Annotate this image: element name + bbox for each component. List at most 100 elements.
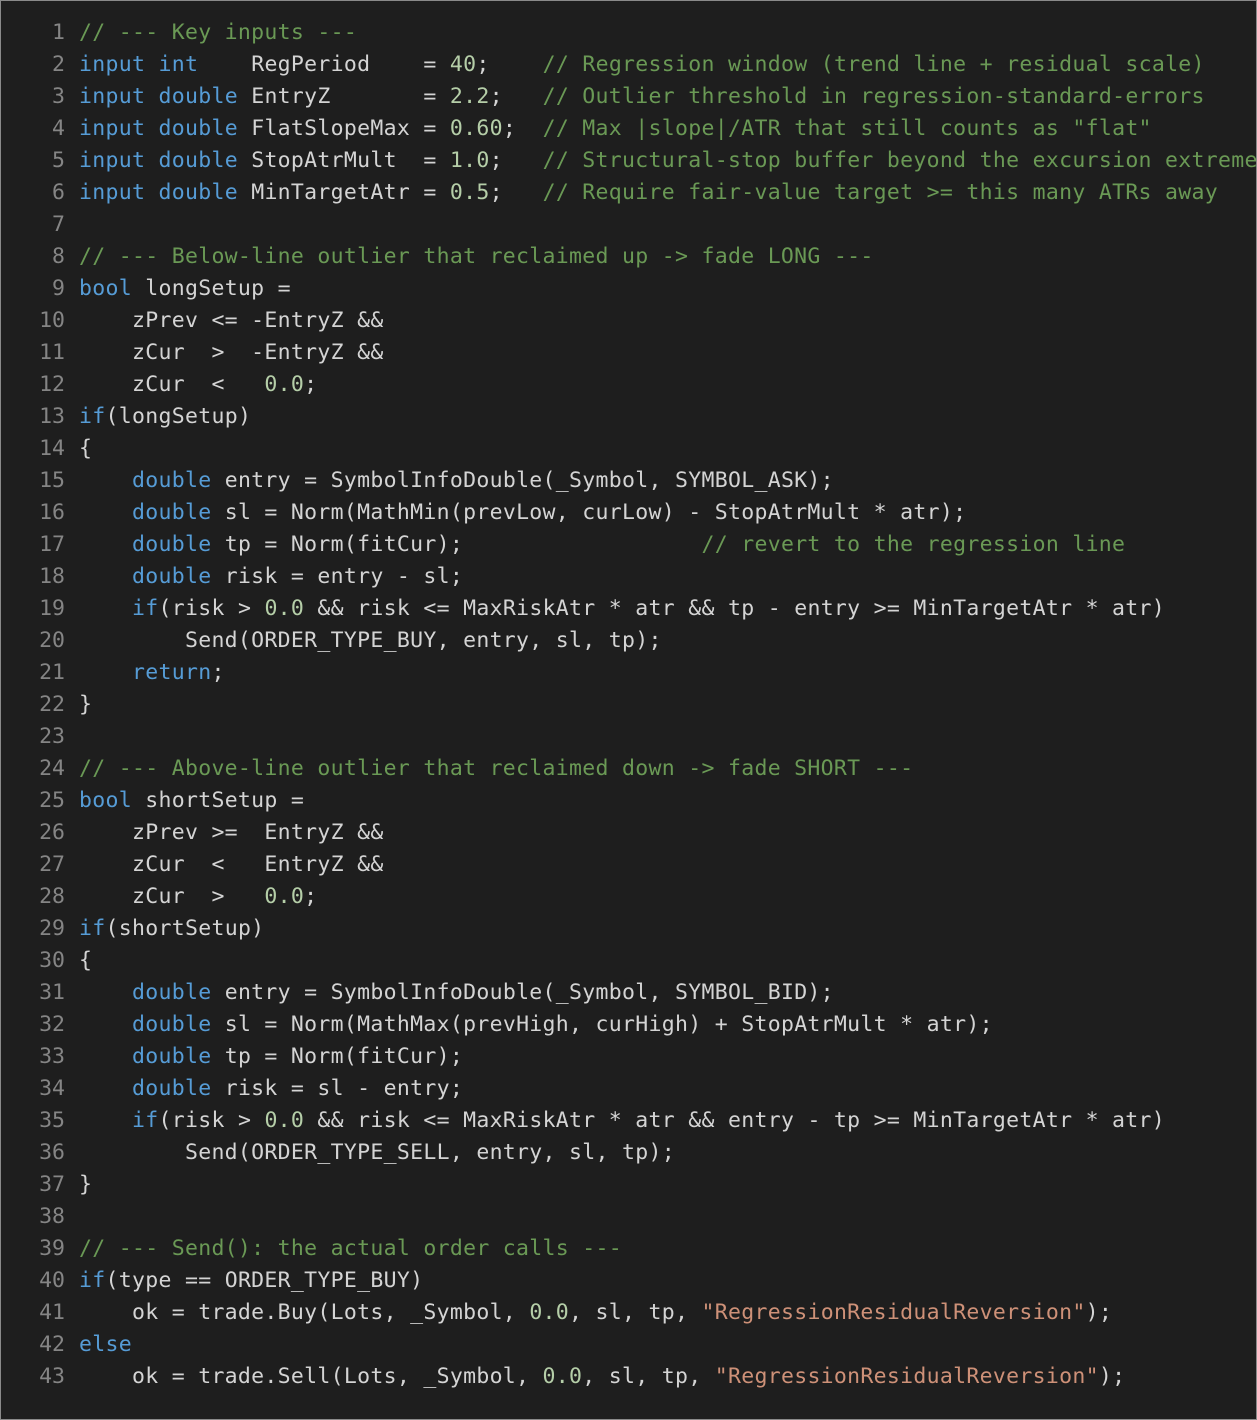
text-token: (longSetup)	[105, 404, 252, 429]
code-line[interactable]: 38	[1, 1201, 1256, 1233]
line-number: 29	[39, 916, 65, 941]
code-line[interactable]: 8 // --- Below-line outlier that reclaime…	[1, 241, 1256, 273]
code-line[interactable]: 37}	[1, 1169, 1256, 1201]
code-line[interactable]: 15 double entry = SymbolInfoDouble(_Symb…	[1, 465, 1256, 497]
code-line[interactable]: 12 zCur < 0.0;	[1, 369, 1256, 401]
line-code: double risk = sl - entry;	[65, 1073, 463, 1105]
line-number: 43	[39, 1364, 65, 1389]
line-code: double sl = Norm(MathMax(prevHigh, curHi…	[65, 1009, 993, 1041]
line-number: 6	[52, 180, 65, 205]
line-code: zCur < EntryZ &&	[65, 849, 384, 881]
text-token: Send(ORDER_TYPE_SELL, entry, sl, tp);	[79, 1140, 675, 1165]
line-number: 15	[39, 468, 65, 493]
code-line[interactable]: 20 Send(ORDER_TYPE_BUY, entry, sl, tp);	[1, 625, 1256, 657]
line-code: if(risk > 0.0 && risk <= MaxRiskAtr * at…	[65, 593, 1165, 625]
code-line[interactable]: 6 input double MinTargetAtr = 0.5; // Req…	[1, 177, 1256, 209]
number-token: 0.0	[542, 1364, 583, 1389]
line-number: 26	[39, 820, 65, 845]
text-token: tp = Norm(fitCur);	[211, 1044, 464, 1069]
line-number: 42	[39, 1332, 65, 1357]
code-line[interactable]: 4 input double FlatSlopeMax = 0.60; // Ma…	[1, 113, 1256, 145]
text-token: EntryZ =	[237, 84, 450, 109]
code-line[interactable]: 17 double tp = Norm(fitCur); // revert t…	[1, 529, 1256, 561]
line-number: 3	[52, 84, 65, 109]
code-line[interactable]: 3 input double EntryZ = 2.2; // Outlier t…	[1, 81, 1256, 113]
line-number: 38	[39, 1204, 65, 1229]
code-line[interactable]: 42 else	[1, 1329, 1256, 1361]
code-line[interactable]: 13 if(longSetup)	[1, 401, 1256, 433]
code-line[interactable]: 36 Send(ORDER_TYPE_SELL, entry, sl, tp);	[1, 1137, 1256, 1169]
code-line[interactable]: 11 zCur > -EntryZ &&	[1, 337, 1256, 369]
number-token: 2.2	[449, 84, 490, 109]
line-code: {	[65, 945, 92, 977]
code-line[interactable]: 18 double risk = entry - sl;	[1, 561, 1256, 593]
code-line[interactable]: 2 input int RegPeriod = 40; // Regression…	[1, 49, 1256, 81]
text-token: longSetup =	[131, 276, 291, 301]
code-line[interactable]: 26 zPrev >= EntryZ &&	[1, 817, 1256, 849]
code-line[interactable]: 24 // --- Above-line outlier that reclaim…	[1, 753, 1256, 785]
code-line[interactable]: 21 return;	[1, 657, 1256, 689]
keyword-token: bool	[79, 276, 132, 301]
code-editor[interactable]: 1// --- Key inputs --- 2 input int RegPeri…	[0, 0, 1257, 1420]
code-line[interactable]: 5 input double StopAtrMult = 1.0; // Stru…	[1, 145, 1256, 177]
line-number: 25	[39, 788, 65, 813]
code-line[interactable]: 7	[1, 209, 1256, 241]
line-code: ok = trade.Buy(Lots, _Symbol, 0.0, sl, t…	[65, 1297, 1112, 1329]
code-line[interactable]: 23	[1, 721, 1256, 753]
text-token: );	[1085, 1300, 1113, 1325]
code-line[interactable]: 16 double sl = Norm(MathMin(prevLow, cur…	[1, 497, 1256, 529]
number-token: 0.0	[529, 1300, 570, 1325]
code-line[interactable]: 40 if(type == ORDER_TYPE_BUY)	[1, 1265, 1256, 1297]
code-line[interactable]: 28 zCur > 0.0;	[1, 881, 1256, 913]
text-token: (type == ORDER_TYPE_BUY)	[105, 1268, 424, 1293]
code-line[interactable]: 35 if(risk > 0.0 && risk <= MaxRiskAtr *…	[1, 1105, 1256, 1137]
text-token: ;	[476, 52, 543, 77]
code-line[interactable]: 34 double risk = sl - entry;	[1, 1073, 1256, 1105]
code-line[interactable]: 33 double tp = Norm(fitCur);	[1, 1041, 1256, 1073]
line-code: double tp = Norm(fitCur); // revert to t…	[65, 529, 1125, 561]
keyword-token: if	[79, 916, 106, 941]
text-token: zCur > -EntryZ &&	[79, 340, 384, 365]
keyword-token: if	[131, 1108, 159, 1133]
text-token: zCur < EntryZ &&	[79, 852, 384, 877]
text-token: );	[1098, 1364, 1126, 1389]
code-line[interactable]: 25 bool shortSetup =	[1, 785, 1256, 817]
text-token: tp = Norm(fitCur);	[211, 532, 702, 557]
text-token: Send(ORDER_TYPE_BUY, entry, sl, tp);	[79, 628, 662, 653]
code-line[interactable]: 10 zPrev <= -EntryZ &&	[1, 305, 1256, 337]
keyword-token: double	[131, 1012, 212, 1037]
text-token: (risk >	[158, 596, 265, 621]
keyword-token: input	[79, 148, 146, 173]
line-number: 16	[39, 500, 65, 525]
line-code: zCur > 0.0;	[65, 881, 317, 913]
code-line[interactable]: 43 ok = trade.Sell(Lots, _Symbol, 0.0, s…	[1, 1361, 1256, 1393]
line-code: input double StopAtrMult = 1.0; // Struc…	[65, 145, 1256, 177]
code-line[interactable]: 14 {	[1, 433, 1256, 465]
comment-token: // Require fair-value target >= this man…	[542, 180, 1219, 205]
code-line[interactable]: 22}	[1, 689, 1256, 721]
text-token: sl = Norm(MathMax(prevHigh, curHigh) + S…	[211, 1012, 993, 1037]
code-line[interactable]: 19 if(risk > 0.0 && risk <= MaxRiskAtr *…	[1, 593, 1256, 625]
number-token: 0.60	[449, 116, 503, 141]
code-line[interactable]: 27 zCur < EntryZ &&	[1, 849, 1256, 881]
code-line[interactable]: 31 double entry = SymbolInfoDouble(_Symb…	[1, 977, 1256, 1009]
code-line[interactable]: 30 {	[1, 945, 1256, 977]
code-line[interactable]: 39 // --- Send(): the actual order calls …	[1, 1233, 1256, 1265]
line-code: input int RegPeriod = 40; // Regression …	[65, 49, 1205, 81]
text-token: ;	[211, 660, 225, 685]
line-code: }	[65, 689, 92, 721]
line-number: 1	[52, 20, 65, 45]
code-line[interactable]: 41 ok = trade.Buy(Lots, _Symbol, 0.0, sl…	[1, 1297, 1256, 1329]
text-token: RegPeriod =	[198, 52, 450, 77]
line-code: // --- Above-line outlier that reclaimed…	[65, 753, 913, 785]
comment-token: // Regression window (trend line + resid…	[542, 52, 1205, 77]
code-line[interactable]: 1 // --- Key inputs ---	[1, 17, 1256, 49]
line-number: 4	[52, 116, 65, 141]
code-line[interactable]: 9 bool longSetup =	[1, 273, 1256, 305]
code-line[interactable]: 29 if(shortSetup)	[1, 913, 1256, 945]
code-line[interactable]: 32 double sl = Norm(MathMax(prevHigh, cu…	[1, 1009, 1256, 1041]
